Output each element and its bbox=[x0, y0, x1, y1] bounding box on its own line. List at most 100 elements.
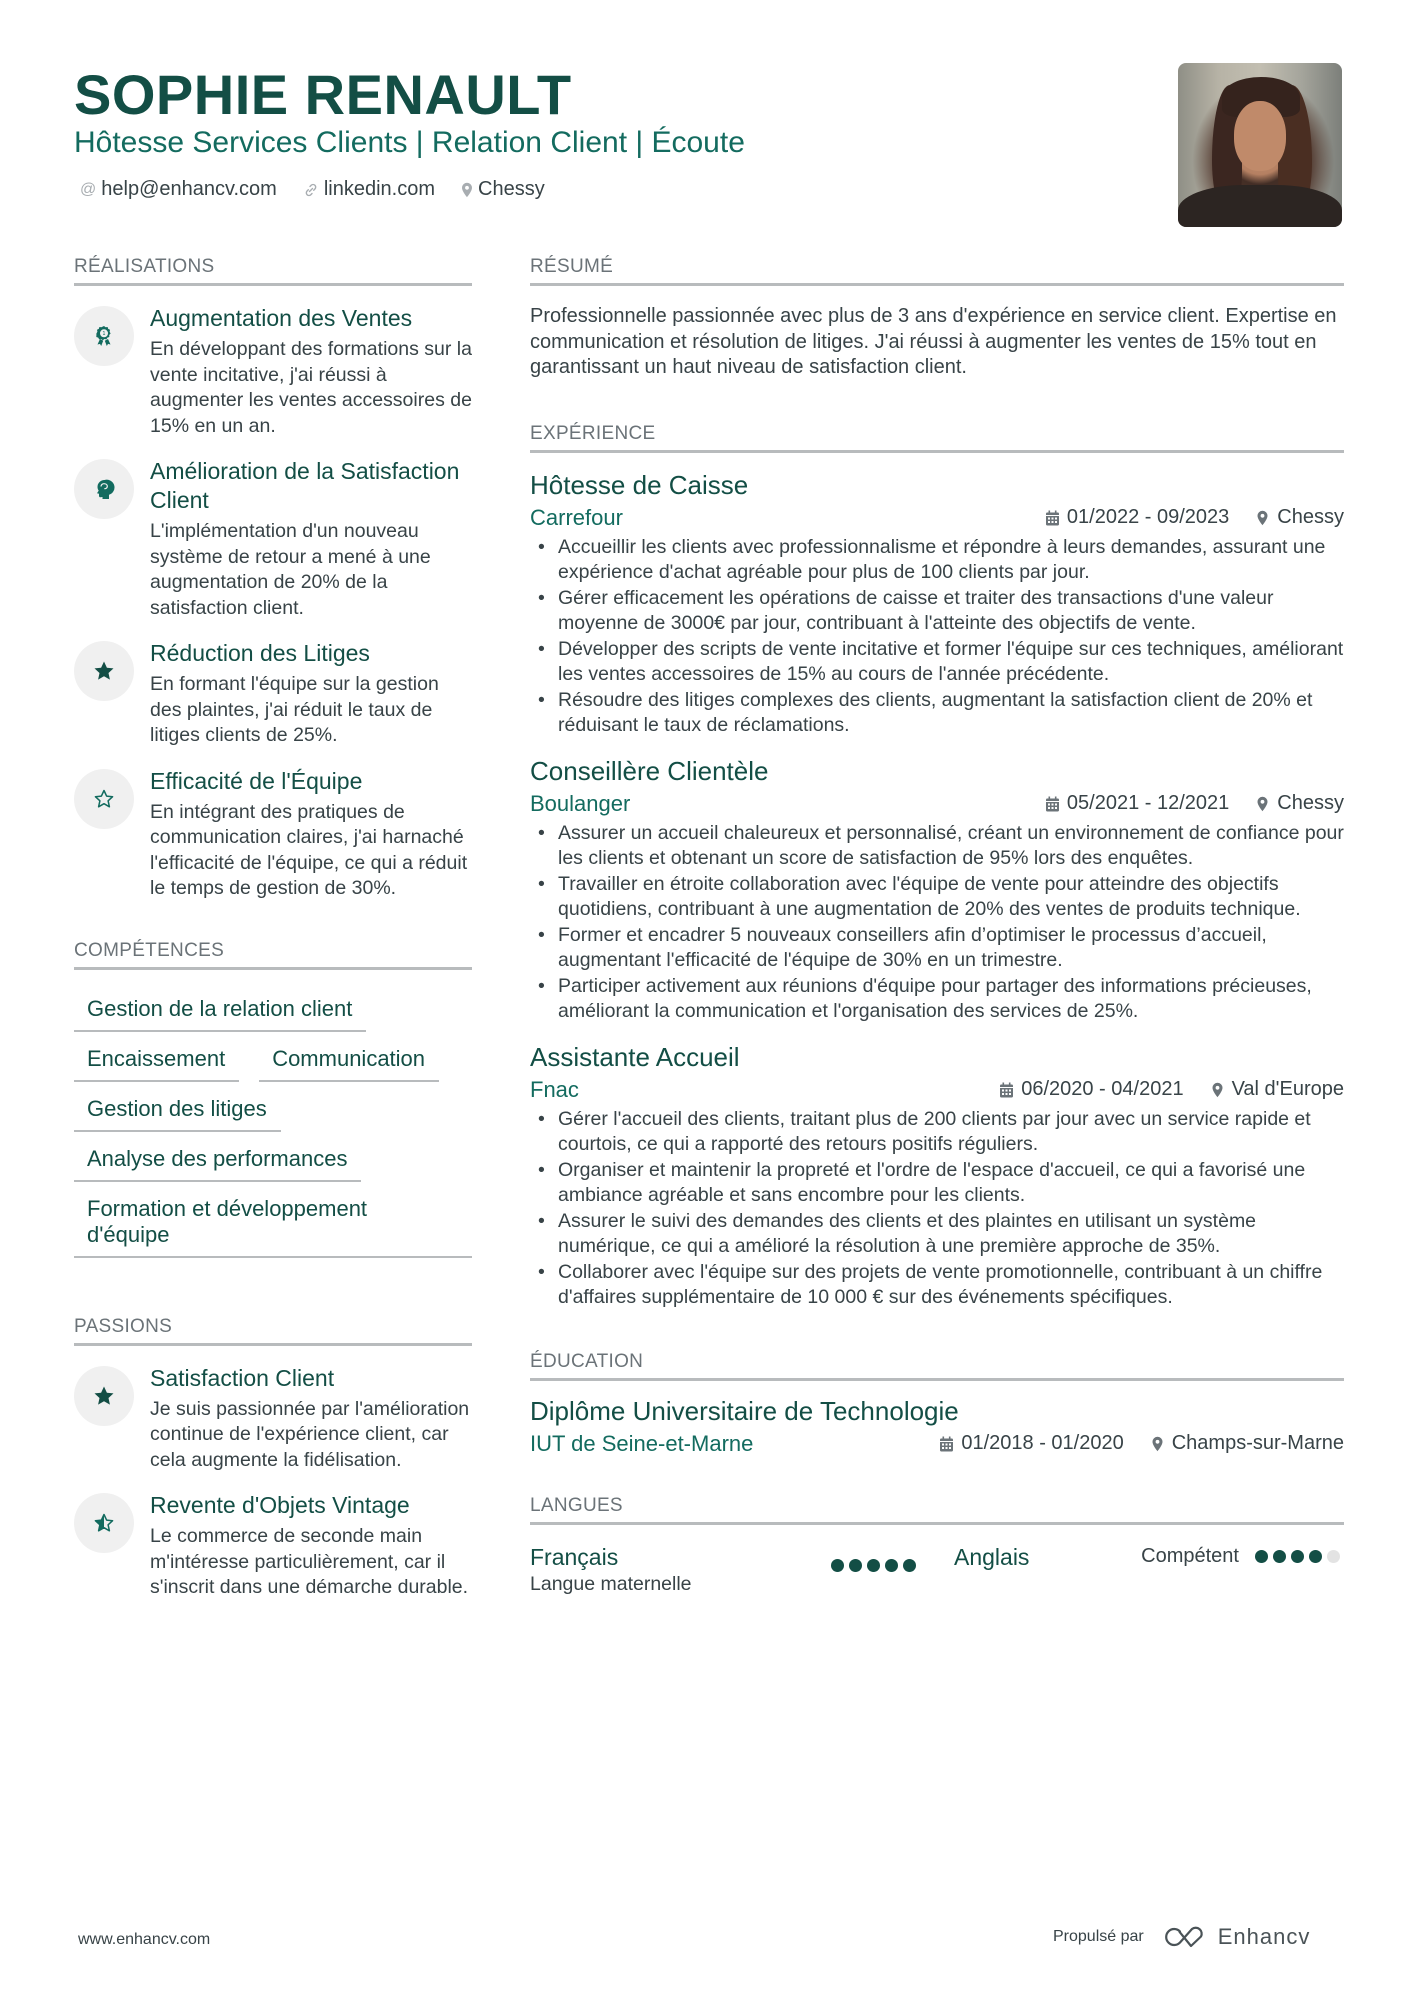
footer-branding: Propulsé par Enhancv bbox=[1053, 1924, 1310, 1950]
job-bullet: Travailler en étroite collaboration avec… bbox=[530, 872, 1344, 923]
job-bullet: Collaborer avec l'équipe sur des projets… bbox=[530, 1260, 1344, 1311]
job-dates: 01/2022 - 09/2023 bbox=[1066, 506, 1230, 528]
level-dot-filled bbox=[1291, 1549, 1304, 1563]
passion-item: Satisfaction Client Je suis passionnée p… bbox=[74, 1364, 472, 1474]
calendar-icon bbox=[940, 1436, 954, 1451]
job-bullet: Gérer l'accueil des clients, traitant pl… bbox=[530, 1107, 1344, 1158]
job-bullet: Accueillir les clients avec professionna… bbox=[530, 535, 1344, 586]
school-name: IUT de Seine-et-Marne bbox=[530, 1430, 754, 1456]
contact-location: Chessy bbox=[461, 178, 545, 201]
contact-list: @ help@enhancv.com linkedin.com Chessy bbox=[80, 178, 545, 201]
job-entry: Assistante Accueil Fnac 06/2020 - 04/202… bbox=[530, 1041, 1344, 1311]
calendar-icon bbox=[1000, 1082, 1014, 1097]
education-dates: 01/2018 - 01/2020 bbox=[961, 1432, 1124, 1454]
summary-section: RÉSUMÉ Professionnelle passionnée avec p… bbox=[530, 256, 1344, 381]
powered-by-label: Propulsé par bbox=[1053, 1928, 1144, 1945]
language-level-dots bbox=[1255, 1549, 1340, 1563]
job-location: Val d'Europe bbox=[1231, 1078, 1344, 1100]
education-section: ÉDUCATION Diplôme Universitaire de Techn… bbox=[530, 1351, 1344, 1457]
level-dot-filled bbox=[849, 1558, 862, 1572]
star-filled-icon bbox=[74, 1365, 134, 1426]
summary-title: RÉSUMÉ bbox=[530, 256, 1344, 286]
contact-linkedin-text: linkedin.com bbox=[323, 178, 436, 200]
company-name: Boulanger bbox=[530, 790, 631, 816]
job-dates: 05/2021 - 12/2021 bbox=[1066, 792, 1230, 814]
achievement-item: Efficacité de l'Équipe En intégrant des … bbox=[74, 767, 472, 902]
languages-section: LANGUES Français Langue maternelle Angla… bbox=[530, 1495, 1344, 1596]
skills-section: COMPÉTENCES Gestion de la relation clien… bbox=[74, 940, 472, 1258]
level-dot-filled bbox=[1255, 1549, 1268, 1563]
location-icon bbox=[1212, 1082, 1223, 1097]
head-brain-icon bbox=[74, 459, 134, 519]
achievement-item: Réduction des Litiges En formant l'équip… bbox=[74, 639, 472, 749]
enhancv-logo[interactable]: Enhancv bbox=[1162, 1924, 1311, 1950]
job-bullets: Accueillir les clients avec professionna… bbox=[530, 535, 1344, 739]
calendar-icon bbox=[1045, 796, 1059, 811]
at-icon: @ bbox=[80, 180, 97, 198]
achievement-item: 1 Augmentation des Ventes En développant… bbox=[74, 304, 472, 439]
language-name: Anglais bbox=[954, 1543, 1030, 1570]
left-column: RÉALISATIONS 1 Augmentation des Ventes E… bbox=[74, 256, 472, 1601]
calendar-icon bbox=[1045, 510, 1059, 525]
photo-shape bbox=[1178, 185, 1342, 227]
contact-location-text: Chessy bbox=[478, 178, 545, 200]
job-bullets: Gérer l'accueil des clients, traitant pl… bbox=[530, 1107, 1344, 1311]
brand-name: Enhancv bbox=[1217, 1924, 1311, 1949]
language-description: Langue maternelle bbox=[530, 1572, 692, 1595]
skills-title: COMPÉTENCES bbox=[74, 940, 472, 970]
skills-list: Gestion de la relation client Encaisseme… bbox=[74, 982, 472, 1258]
level-dot-filled bbox=[831, 1558, 844, 1572]
job-bullet: Résoudre des litiges complexes des clien… bbox=[530, 688, 1344, 739]
achievement-title: Amélioration de la Satisfaction Client bbox=[150, 458, 460, 513]
enhancv-logo-icon bbox=[1164, 1926, 1203, 1948]
skill-tag: Analyse des performances bbox=[74, 1136, 362, 1182]
job-bullet: Assurer le suivi des demandes des client… bbox=[530, 1209, 1344, 1260]
education-location: Champs-sur-Marne bbox=[1171, 1432, 1344, 1454]
job-bullet: Former et encadrer 5 nouveaux conseiller… bbox=[530, 923, 1344, 974]
star-half-icon bbox=[74, 1493, 134, 1553]
languages-list: Français Langue maternelle Anglais Compé… bbox=[530, 1543, 1344, 1596]
job-bullet: Assurer un accueil chaleureux et personn… bbox=[530, 821, 1344, 872]
passion-title: Revente d'Objets Vintage bbox=[150, 1492, 410, 1518]
contact-linkedin[interactable]: linkedin.com bbox=[303, 178, 435, 201]
achievement-title: Augmentation des Ventes bbox=[150, 305, 413, 331]
company-name: Carrefour bbox=[530, 504, 623, 530]
passions-section: PASSIONS Satisfaction Client Je suis pas… bbox=[74, 1316, 472, 1601]
location-icon bbox=[461, 182, 473, 198]
job-location: Chessy bbox=[1277, 506, 1344, 528]
job-bullet: Participer activement aux réunions d'équ… bbox=[530, 974, 1344, 1025]
passions-title: PASSIONS bbox=[74, 1316, 472, 1346]
profile-photo bbox=[1178, 63, 1342, 227]
skill-tag: Encaissement bbox=[74, 1036, 240, 1082]
right-column: RÉSUMÉ Professionnelle passionnée avec p… bbox=[530, 256, 1344, 1596]
award-ribbon-icon: 1 bbox=[74, 306, 134, 366]
achievement-description: En intégrant des pratiques de communicat… bbox=[150, 800, 468, 900]
job-bullet: Gérer efficacement les opérations de cai… bbox=[530, 586, 1344, 637]
achievements-title: RÉALISATIONS bbox=[74, 256, 472, 286]
achievements-section: RÉALISATIONS 1 Augmentation des Ventes E… bbox=[74, 256, 472, 902]
contact-email[interactable]: @ help@enhancv.com bbox=[80, 178, 277, 201]
level-dot-filled bbox=[903, 1558, 916, 1572]
company-name: Fnac bbox=[530, 1076, 579, 1102]
photo-shape bbox=[1234, 101, 1286, 171]
location-icon bbox=[1257, 510, 1268, 525]
job-entry: Conseillère Clientèle Boulanger 05/2021 … bbox=[530, 755, 1344, 1025]
languages-title: LANGUES bbox=[530, 1495, 1344, 1525]
job-entry: Hôtesse de Caisse Carrefour 01/2022 - 09… bbox=[530, 469, 1344, 739]
footer-website[interactable]: www.enhancv.com bbox=[78, 1931, 210, 1949]
achievement-description: En développant des formations sur la ven… bbox=[150, 338, 472, 437]
job-location: Chessy bbox=[1277, 792, 1344, 814]
link-icon bbox=[303, 182, 319, 198]
job-bullet: Organiser et maintenir la propreté et l'… bbox=[530, 1158, 1344, 1209]
job-title: Assistante Accueil bbox=[530, 1041, 740, 1072]
language-item: Français Langue maternelle bbox=[530, 1543, 916, 1596]
skill-tag: Communication bbox=[259, 1036, 440, 1082]
level-dot-filled bbox=[867, 1558, 880, 1572]
achievement-item: Amélioration de la Satisfaction Client L… bbox=[74, 457, 472, 621]
education-title: ÉDUCATION bbox=[530, 1351, 1344, 1381]
achievement-title: Réduction des Litiges bbox=[150, 640, 370, 666]
achievement-description: L'implémentation d'un nouveau système de… bbox=[150, 520, 431, 619]
candidate-name: SOPHIE RENAULT bbox=[74, 63, 572, 126]
job-title: Conseillère Clientèle bbox=[530, 755, 769, 786]
job-bullet: Développer des scripts de vente incitati… bbox=[530, 637, 1344, 688]
